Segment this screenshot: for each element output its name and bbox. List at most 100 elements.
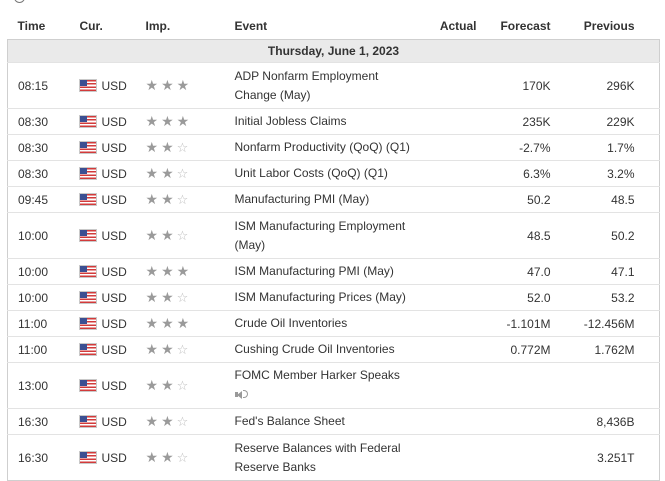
event-row[interactable]: 10:00 USD ★ ★ ★ ISM Manufacturing PMI (May) 47… <box>7 258 660 285</box>
row-spacer <box>634 186 660 213</box>
star-empty-icon: ☆ <box>176 191 189 207</box>
row-spacer <box>634 434 660 481</box>
event-time: 09:45 <box>7 186 80 213</box>
star-empty-icon: ☆ <box>176 449 189 465</box>
row-spacer <box>634 134 660 161</box>
star-filled-icon: ★ <box>176 262 190 279</box>
event-row[interactable]: 08:30 USD ★ ★ ★ Initial Jobless Claims 235K 229… <box>7 108 660 135</box>
event-forecast: -2.7% <box>476 134 551 161</box>
event-name[interactable]: Manufacturing PMI (May) <box>234 186 423 213</box>
event-time: 10:00 <box>7 212 80 259</box>
col-header-actual[interactable]: Actual <box>422 12 477 40</box>
event-row[interactable]: 16:30 USD ★ ★ ☆ Reserve Balances with Federal… <box>7 434 660 481</box>
event-currency: USD <box>79 108 146 135</box>
event-actual <box>422 186 477 213</box>
event-previous: 50.2 <box>550 212 635 259</box>
event-currency: USD <box>79 160 146 187</box>
clock-icon <box>14 0 25 3</box>
event-previous: 53.2 <box>550 284 635 311</box>
event-name[interactable]: Nonfarm Productivity (QoQ) (Q1) <box>234 134 423 161</box>
event-currency: USD <box>79 258 146 285</box>
event-title[interactable]: Unit Labor Costs (QoQ) (Q1) <box>235 164 423 183</box>
event-previous: 3.251T <box>550 434 635 481</box>
event-name[interactable]: ISM Manufacturing PMI (May) <box>234 258 423 285</box>
star-empty-icon: ☆ <box>176 413 189 429</box>
event-title[interactable]: Nonfarm Productivity (QoQ) (Q1) <box>235 138 423 157</box>
event-row[interactable]: 09:45 USD ★ ★ ☆ Manufacturing PMI (May) 50.2 48… <box>7 186 660 213</box>
event-title[interactable]: Manufacturing PMI (May) <box>235 190 423 209</box>
star-empty-icon: ☆ <box>176 139 189 155</box>
event-name[interactable]: ISM Manufacturing Prices (May) <box>234 284 423 311</box>
event-name[interactable]: Crude Oil Inventories <box>234 310 423 337</box>
event-forecast <box>476 434 551 481</box>
col-header-currency[interactable]: Cur. <box>79 12 146 40</box>
us-flag-icon <box>79 265 96 277</box>
event-actual <box>422 212 477 259</box>
event-name[interactable]: ISM Manufacturing Employment (May) <box>234 212 423 259</box>
event-row[interactable]: 13:00 USD ★ ★ ☆ FOMC Member Harker Speaks <box>7 362 660 409</box>
col-header-previous[interactable]: Previous <box>550 12 635 40</box>
importance-stars: ★ ★ ★ <box>145 62 235 109</box>
star-filled-icon: ★ <box>176 314 190 331</box>
star-filled-icon: ★ <box>145 190 159 207</box>
event-actual <box>422 258 477 285</box>
event-row[interactable]: 16:30 USD ★ ★ ☆ Fed's Balance Sheet 8,436B <box>7 408 660 435</box>
event-title[interactable]: ADP Nonfarm Employment Change (May) <box>235 67 423 105</box>
col-header-forecast[interactable]: Forecast <box>476 12 551 40</box>
currency-code: USD <box>101 290 127 305</box>
event-previous: 3.2% <box>550 160 635 187</box>
star-filled-icon: ★ <box>145 340 159 357</box>
event-name[interactable]: Reserve Balances with Federal Reserve Ba… <box>234 434 423 481</box>
star-filled-icon: ★ <box>145 76 159 93</box>
event-title[interactable]: Cushing Crude Oil Inventories <box>235 340 423 359</box>
event-actual <box>422 62 477 109</box>
event-title[interactable]: ISM Manufacturing PMI (May) <box>235 262 423 281</box>
event-title[interactable]: Reserve Balances with Federal Reserve Ba… <box>235 439 423 477</box>
event-title[interactable]: Crude Oil Inventories <box>235 314 423 333</box>
event-actual <box>422 160 477 187</box>
currency-code: USD <box>101 228 127 243</box>
event-row[interactable]: 11:00 USD ★ ★ ☆ Cushing Crude Oil Inventories… <box>7 336 660 363</box>
col-header-importance[interactable]: Imp. <box>145 12 235 40</box>
event-time: 16:30 <box>7 434 80 481</box>
event-name[interactable]: Unit Labor Costs (QoQ) (Q1) <box>234 160 423 187</box>
importance-stars: ★ ★ ☆ <box>145 284 235 311</box>
event-title[interactable]: Initial Jobless Claims <box>235 112 423 131</box>
event-actual <box>422 408 477 435</box>
currency-code: USD <box>101 140 127 155</box>
event-row[interactable]: 08:30 USD ★ ★ ☆ Unit Labor Costs (QoQ) (Q1) 6.… <box>7 160 660 187</box>
event-currency: USD <box>79 212 146 259</box>
event-name[interactable]: Fed's Balance Sheet <box>234 408 423 435</box>
event-previous: 1.762M <box>550 336 635 363</box>
event-title[interactable]: FOMC Member Harker Speaks <box>235 366 423 385</box>
event-time: 08:30 <box>7 160 80 187</box>
event-forecast: 235K <box>476 108 551 135</box>
star-empty-icon: ☆ <box>176 341 189 357</box>
currency-code: USD <box>101 450 127 465</box>
event-actual <box>422 108 477 135</box>
us-flag-icon <box>79 317 96 329</box>
event-row[interactable]: 08:30 USD ★ ★ ☆ Nonfarm Productivity (QoQ) (Q… <box>7 134 660 161</box>
star-filled-icon: ★ <box>145 138 159 155</box>
event-row[interactable]: 10:00 USD ★ ★ ☆ ISM Manufacturing Prices (May… <box>7 284 660 311</box>
col-header-time[interactable]: Time <box>7 12 80 40</box>
star-empty-icon: ☆ <box>176 377 189 393</box>
currency-code: USD <box>101 414 127 429</box>
col-header-event[interactable]: Event <box>234 12 423 40</box>
event-row[interactable]: 11:00 USD ★ ★ ★ Crude Oil Inventories -1.101M -… <box>7 310 660 337</box>
event-title[interactable]: ISM Manufacturing Prices (May) <box>235 288 423 307</box>
star-filled-icon: ★ <box>145 262 159 279</box>
event-name[interactable]: ADP Nonfarm Employment Change (May) <box>234 62 423 109</box>
us-flag-icon <box>79 115 96 127</box>
event-row[interactable]: 08:15 USD ★ ★ ★ ADP Nonfarm Employment Change… <box>7 62 660 109</box>
event-title[interactable]: ISM Manufacturing Employment (May) <box>235 217 423 255</box>
event-title[interactable]: Fed's Balance Sheet <box>235 412 423 431</box>
event-name[interactable]: FOMC Member Harker Speaks <box>234 362 423 409</box>
importance-stars: ★ ★ ★ <box>145 258 235 285</box>
event-row[interactable]: 10:00 USD ★ ★ ☆ ISM Manufacturing Employment … <box>7 212 660 259</box>
speaker-icon[interactable] <box>234 386 248 405</box>
event-name[interactable]: Initial Jobless Claims <box>234 108 423 135</box>
event-name[interactable]: Cushing Crude Oil Inventories <box>234 336 423 363</box>
importance-stars: ★ ★ ☆ <box>145 336 235 363</box>
current-time-bar <box>14 0 654 4</box>
